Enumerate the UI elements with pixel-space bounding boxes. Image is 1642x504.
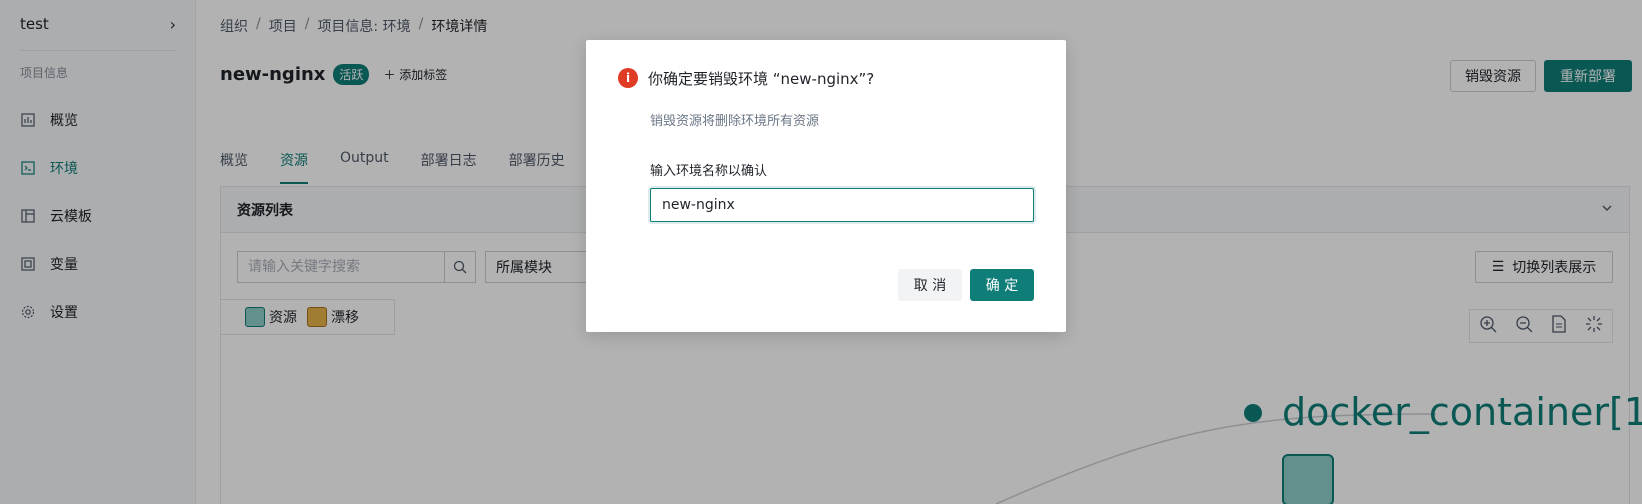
confirm-name-input[interactable]: [650, 188, 1034, 222]
dialog-description: 销毁资源将删除环境所有资源: [650, 114, 820, 129]
warning-icon: i: [618, 68, 638, 88]
cancel-button[interactable]: 取 消: [898, 269, 962, 301]
confirm-button[interactable]: 确 定: [970, 269, 1034, 301]
confirm-input-label: 输入环境名称以确认: [650, 164, 768, 179]
confirm-dialog: i 你确定要销毁环境 “new-nginx”? 销毁资源将删除环境所有资源 输入…: [586, 40, 1066, 332]
dialog-title: 你确定要销毁环境 “new-nginx”?: [648, 70, 875, 88]
